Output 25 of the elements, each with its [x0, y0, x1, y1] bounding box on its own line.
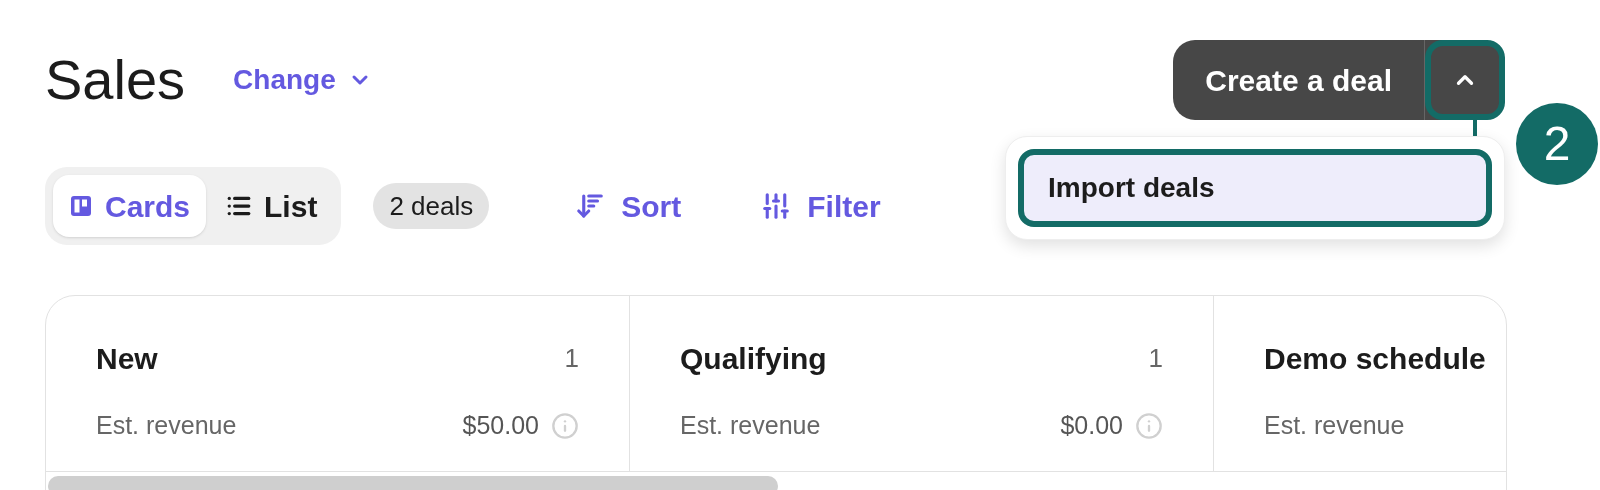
filter-button[interactable]: Filter	[761, 183, 881, 229]
stage-count: 1	[564, 342, 579, 375]
deal-count: 2 deals	[373, 183, 490, 229]
stage-count: 1	[1148, 342, 1163, 375]
view-tab[interactable]: List	[210, 175, 334, 237]
filter-icon	[761, 191, 792, 221]
page-title: Sales	[45, 52, 186, 108]
info-icon	[551, 411, 579, 440]
board-icon	[69, 194, 93, 218]
revenue-label: Est. revenue	[680, 410, 821, 441]
change-link[interactable]: Change	[233, 59, 372, 101]
stage-name: Qualifying	[680, 341, 827, 377]
step-badge: 2	[1516, 103, 1598, 185]
menu-toggle-button[interactable]	[1425, 40, 1505, 120]
revenue-amount: $0.00	[1060, 410, 1123, 441]
sort-icon	[575, 191, 606, 221]
menu-item[interactable]: Import deals	[1018, 149, 1492, 227]
revenue-label: Est. revenue	[96, 410, 237, 441]
info-icon	[1135, 411, 1163, 440]
sort-button[interactable]: Sort	[575, 183, 682, 229]
revenue-label: Est. revenue	[1264, 410, 1405, 441]
revenue-amount: $50.00	[462, 410, 539, 441]
stage-name: New	[96, 341, 158, 377]
view-tab[interactable]: Cards	[53, 175, 207, 237]
stage-name: Demo schedule	[1264, 341, 1486, 377]
